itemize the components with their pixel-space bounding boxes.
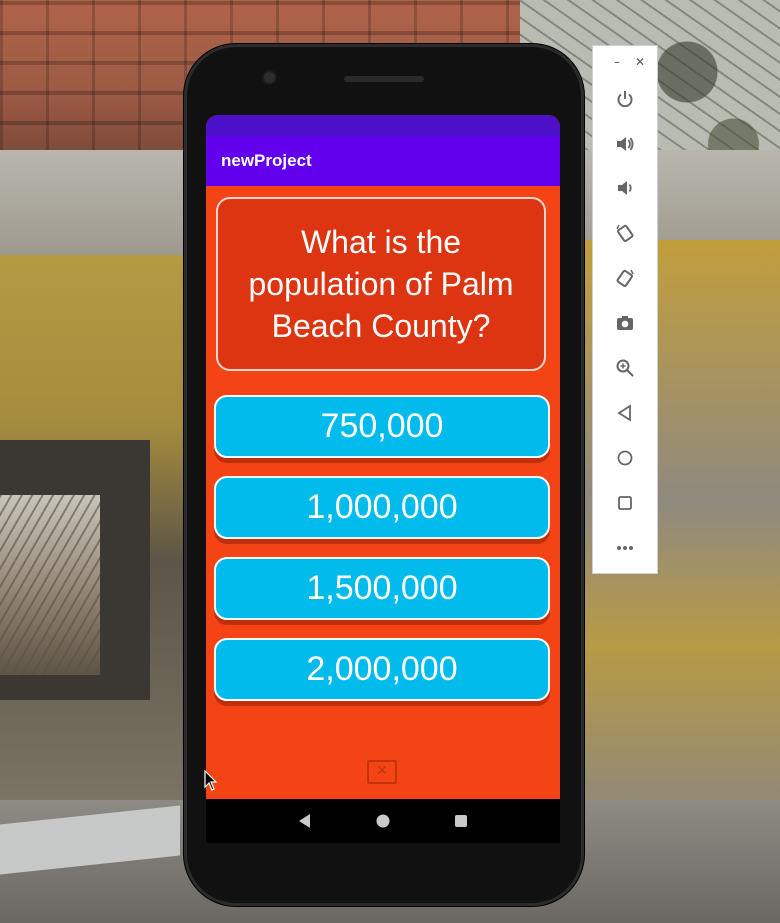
volume-down-icon[interactable] — [614, 177, 636, 199]
emulator-phone: newProject What is the population of Pal… — [184, 44, 584, 906]
phone-screen: newProject What is the population of Pal… — [206, 115, 560, 799]
nav-home-icon[interactable] — [374, 812, 392, 830]
app-title: newProject — [221, 151, 312, 170]
back-icon[interactable] — [614, 402, 636, 424]
more-icon[interactable] — [614, 537, 636, 559]
nav-recents-icon[interactable] — [452, 812, 470, 830]
rotate-left-icon[interactable] — [614, 222, 636, 244]
minimize-icon[interactable]: – — [614, 55, 620, 69]
volume-up-icon[interactable] — [614, 133, 636, 155]
doorway-view — [0, 495, 100, 675]
close-icon[interactable]: ✕ — [635, 55, 645, 69]
earpiece-speaker — [344, 76, 424, 82]
nav-back-icon[interactable] — [296, 812, 314, 830]
rotate-right-icon[interactable] — [614, 267, 636, 289]
answer-list: 750,000 1,000,000 1,500,000 2,000,000 — [214, 395, 550, 719]
home-icon[interactable] — [614, 447, 636, 469]
answer-button-2[interactable]: 1,000,000 — [214, 476, 550, 539]
mouse-cursor-icon — [204, 770, 218, 791]
app-bar: newProject — [206, 136, 560, 186]
status-bar — [206, 115, 560, 136]
toolbar-window-controls: – ✕ — [593, 46, 657, 78]
answer-button-1[interactable]: 750,000 — [214, 395, 550, 458]
emulator-toolbar: – ✕ — [592, 45, 658, 574]
answer-button-4[interactable]: 2,000,000 — [214, 638, 550, 701]
navigation-bar — [206, 799, 560, 843]
question-text: What is the population of Palm Beach Cou… — [248, 224, 514, 344]
question-card: What is the population of Palm Beach Cou… — [216, 197, 546, 371]
power-icon[interactable] — [614, 88, 636, 110]
answer-button-3[interactable]: 1,500,000 — [214, 557, 550, 620]
zoom-icon[interactable] — [614, 357, 636, 379]
front-camera — [264, 72, 275, 83]
overview-icon[interactable] — [614, 492, 636, 514]
camera-icon[interactable] — [614, 312, 636, 334]
broken-image-icon: ✕ — [367, 760, 397, 784]
